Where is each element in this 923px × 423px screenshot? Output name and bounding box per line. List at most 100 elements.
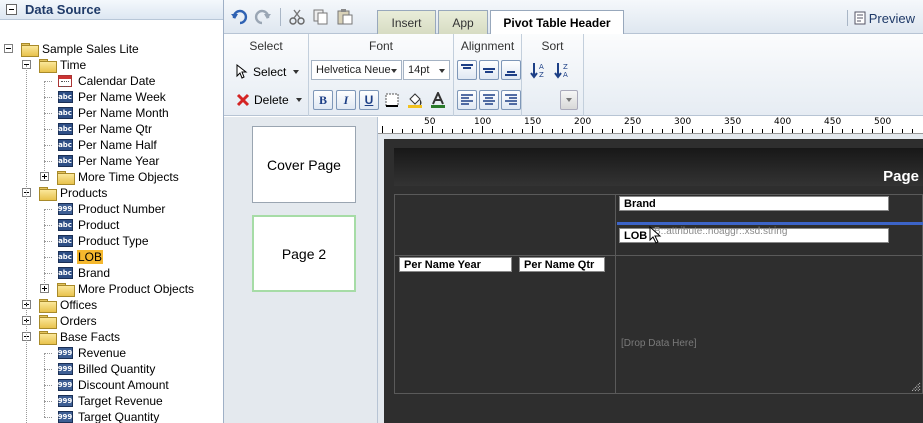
font-family-select[interactable]: Helvetica Neue xyxy=(311,60,402,80)
tree-item-per-name-year[interactable]: abc Per Name Year xyxy=(57,153,160,169)
tree-item-time[interactable]: Time xyxy=(39,57,87,73)
undo-icon[interactable] xyxy=(230,9,248,25)
canvas-area: 50 100 150 200 250 300 350 400 450 500 Page Brand… xyxy=(378,117,923,423)
align-center-button[interactable] xyxy=(479,90,499,110)
folder-icon xyxy=(39,314,57,329)
font-group-title: Font xyxy=(368,39,393,53)
tab-app[interactable]: App xyxy=(438,10,488,34)
tree-item-label: Sample Sales Lite xyxy=(42,42,139,56)
page-thumb-cover-page[interactable]: Cover Page xyxy=(252,126,356,203)
tree-item-lob[interactable]: abc LOB xyxy=(57,249,104,265)
copy-icon[interactable] xyxy=(312,9,330,25)
ruler-tick xyxy=(602,129,603,133)
data-source-header[interactable]: Data Source xyxy=(0,0,223,20)
italic-button[interactable]: I xyxy=(336,90,356,110)
text-attribute-icon: abc xyxy=(57,235,73,247)
ruler-tick xyxy=(662,129,663,133)
tree-item-product-type[interactable]: abc Product Type xyxy=(57,233,150,249)
expand-icon[interactable] xyxy=(40,284,49,293)
tree-item-more-product-objects[interactable]: More Product Objects xyxy=(57,281,195,297)
ruler-tick xyxy=(692,129,693,133)
pivot-table[interactable]: Brand LOB B::attribute::noaggr::xsd:stri… xyxy=(394,194,923,394)
tree-item-per-name-qtr[interactable]: abc Per Name Qtr xyxy=(57,121,153,137)
align-bottom-button[interactable] xyxy=(501,60,521,80)
align-bottom-icon xyxy=(505,71,517,76)
ruler-tick xyxy=(562,129,563,133)
tree-item-per-name-week[interactable]: abc Per Name Week xyxy=(57,89,167,105)
page-thumb-page-2[interactable]: Page 2 xyxy=(252,215,356,292)
report-page[interactable]: Page Brand LOB B::attribute::noaggr::xsd… xyxy=(384,139,923,423)
tree-item-target-revenue[interactable]: 999 Target Revenue xyxy=(57,393,164,409)
tree-item-more-time-objects[interactable]: More Time Objects xyxy=(57,169,180,185)
ruler-tick xyxy=(642,129,643,133)
redo-icon[interactable] xyxy=(254,9,272,25)
row-field-per-name-qtr[interactable]: Per Name Qtr xyxy=(519,257,605,272)
pivot-divider-horizontal xyxy=(395,255,922,256)
sort-options-button[interactable] xyxy=(560,90,578,110)
ruler-tick xyxy=(462,129,463,133)
ruler-tick xyxy=(472,129,473,133)
tree-item-target-quantity[interactable]: 999 Target Quantity xyxy=(57,409,160,423)
tree-item-product-number[interactable]: 999 Product Number xyxy=(57,201,166,217)
tree-item-offices[interactable]: Offices xyxy=(39,297,98,313)
expand-icon[interactable] xyxy=(40,172,49,181)
tree-item-orders[interactable]: Orders xyxy=(39,313,98,329)
select-button[interactable]: Select xyxy=(236,64,300,79)
ruler-tick xyxy=(902,129,903,133)
folder-icon xyxy=(39,186,57,201)
font-color-button[interactable] xyxy=(428,90,448,110)
tree-item-label: Per Name Year xyxy=(78,154,160,168)
ruler-tick xyxy=(882,126,883,133)
underline-button[interactable]: U xyxy=(359,90,379,110)
row-field-per-name-year[interactable]: Per Name Year xyxy=(399,257,512,272)
ruler-tick xyxy=(802,129,803,133)
ruler-tick xyxy=(832,126,833,133)
tree-item-sample-sales-lite[interactable]: Sample Sales Lite xyxy=(21,41,140,57)
align-middle-button[interactable] xyxy=(479,60,499,80)
align-right-button[interactable] xyxy=(501,90,521,110)
tree-item-billed-quantity[interactable]: 999 Billed Quantity xyxy=(57,361,156,377)
ruler-tick xyxy=(632,126,633,133)
border-button[interactable] xyxy=(382,90,402,110)
tree-item-brand[interactable]: abc Brand xyxy=(57,265,111,281)
tree-item-revenue[interactable]: 999 Revenue xyxy=(57,345,127,361)
align-left-button[interactable] xyxy=(457,90,477,110)
page-header-band: Page xyxy=(394,148,923,186)
select-dropdown-icon xyxy=(293,69,300,74)
sort-ascending-button[interactable]: AZ xyxy=(529,60,549,80)
drag-type-hint: B::attribute::noaggr::xsd:string xyxy=(654,226,788,237)
ruler-tick xyxy=(412,129,413,133)
resize-handle-icon[interactable] xyxy=(911,382,921,392)
tree-item-discount-amount[interactable]: 999 Discount Amount xyxy=(57,377,170,393)
fill-color-button[interactable] xyxy=(405,90,425,110)
tab-pivot-table-header[interactable]: Pivot Table Header xyxy=(490,10,624,35)
tree-item-label: Time xyxy=(60,58,87,72)
collapse-icon[interactable] xyxy=(4,44,13,53)
column-field-lob-label: LOB xyxy=(624,229,648,242)
tree-item-calendar-date[interactable]: Calendar Date xyxy=(57,73,156,89)
bold-button[interactable]: B xyxy=(313,90,333,110)
tree-item-product[interactable]: abc Product xyxy=(57,217,120,233)
align-middle-icon xyxy=(483,68,495,73)
tree-item-per-name-half[interactable]: abc Per Name Half xyxy=(57,137,158,153)
folder-icon xyxy=(39,298,57,313)
ruler-tick xyxy=(842,129,843,133)
preview-button[interactable]: Preview xyxy=(846,10,915,26)
cut-icon[interactable] xyxy=(288,9,306,25)
ruler-tick xyxy=(652,129,653,133)
column-field-brand[interactable]: Brand xyxy=(619,196,889,211)
ribbon: Select Select Delete Font Helvetica Neue xyxy=(224,34,923,116)
font-size-select[interactable]: 14pt xyxy=(403,60,450,80)
delete-button[interactable]: Delete xyxy=(236,93,302,107)
tree-item-products[interactable]: Products xyxy=(39,185,108,201)
tree-item-per-name-month[interactable]: abc Per Name Month xyxy=(57,105,170,121)
sort-descending-button[interactable]: ZA xyxy=(553,60,573,80)
tree-item-base-facts[interactable]: Base Facts xyxy=(39,329,121,345)
tab-insert[interactable]: Insert xyxy=(377,10,436,34)
text-attribute-icon: abc xyxy=(57,155,73,167)
drop-data-zone[interactable]: [Drop Data Here] xyxy=(621,338,697,349)
paste-icon[interactable] xyxy=(336,9,354,25)
align-top-button[interactable] xyxy=(457,60,477,80)
collapse-panel-icon[interactable] xyxy=(6,4,17,15)
tree-item-label: Calendar Date xyxy=(78,74,156,88)
